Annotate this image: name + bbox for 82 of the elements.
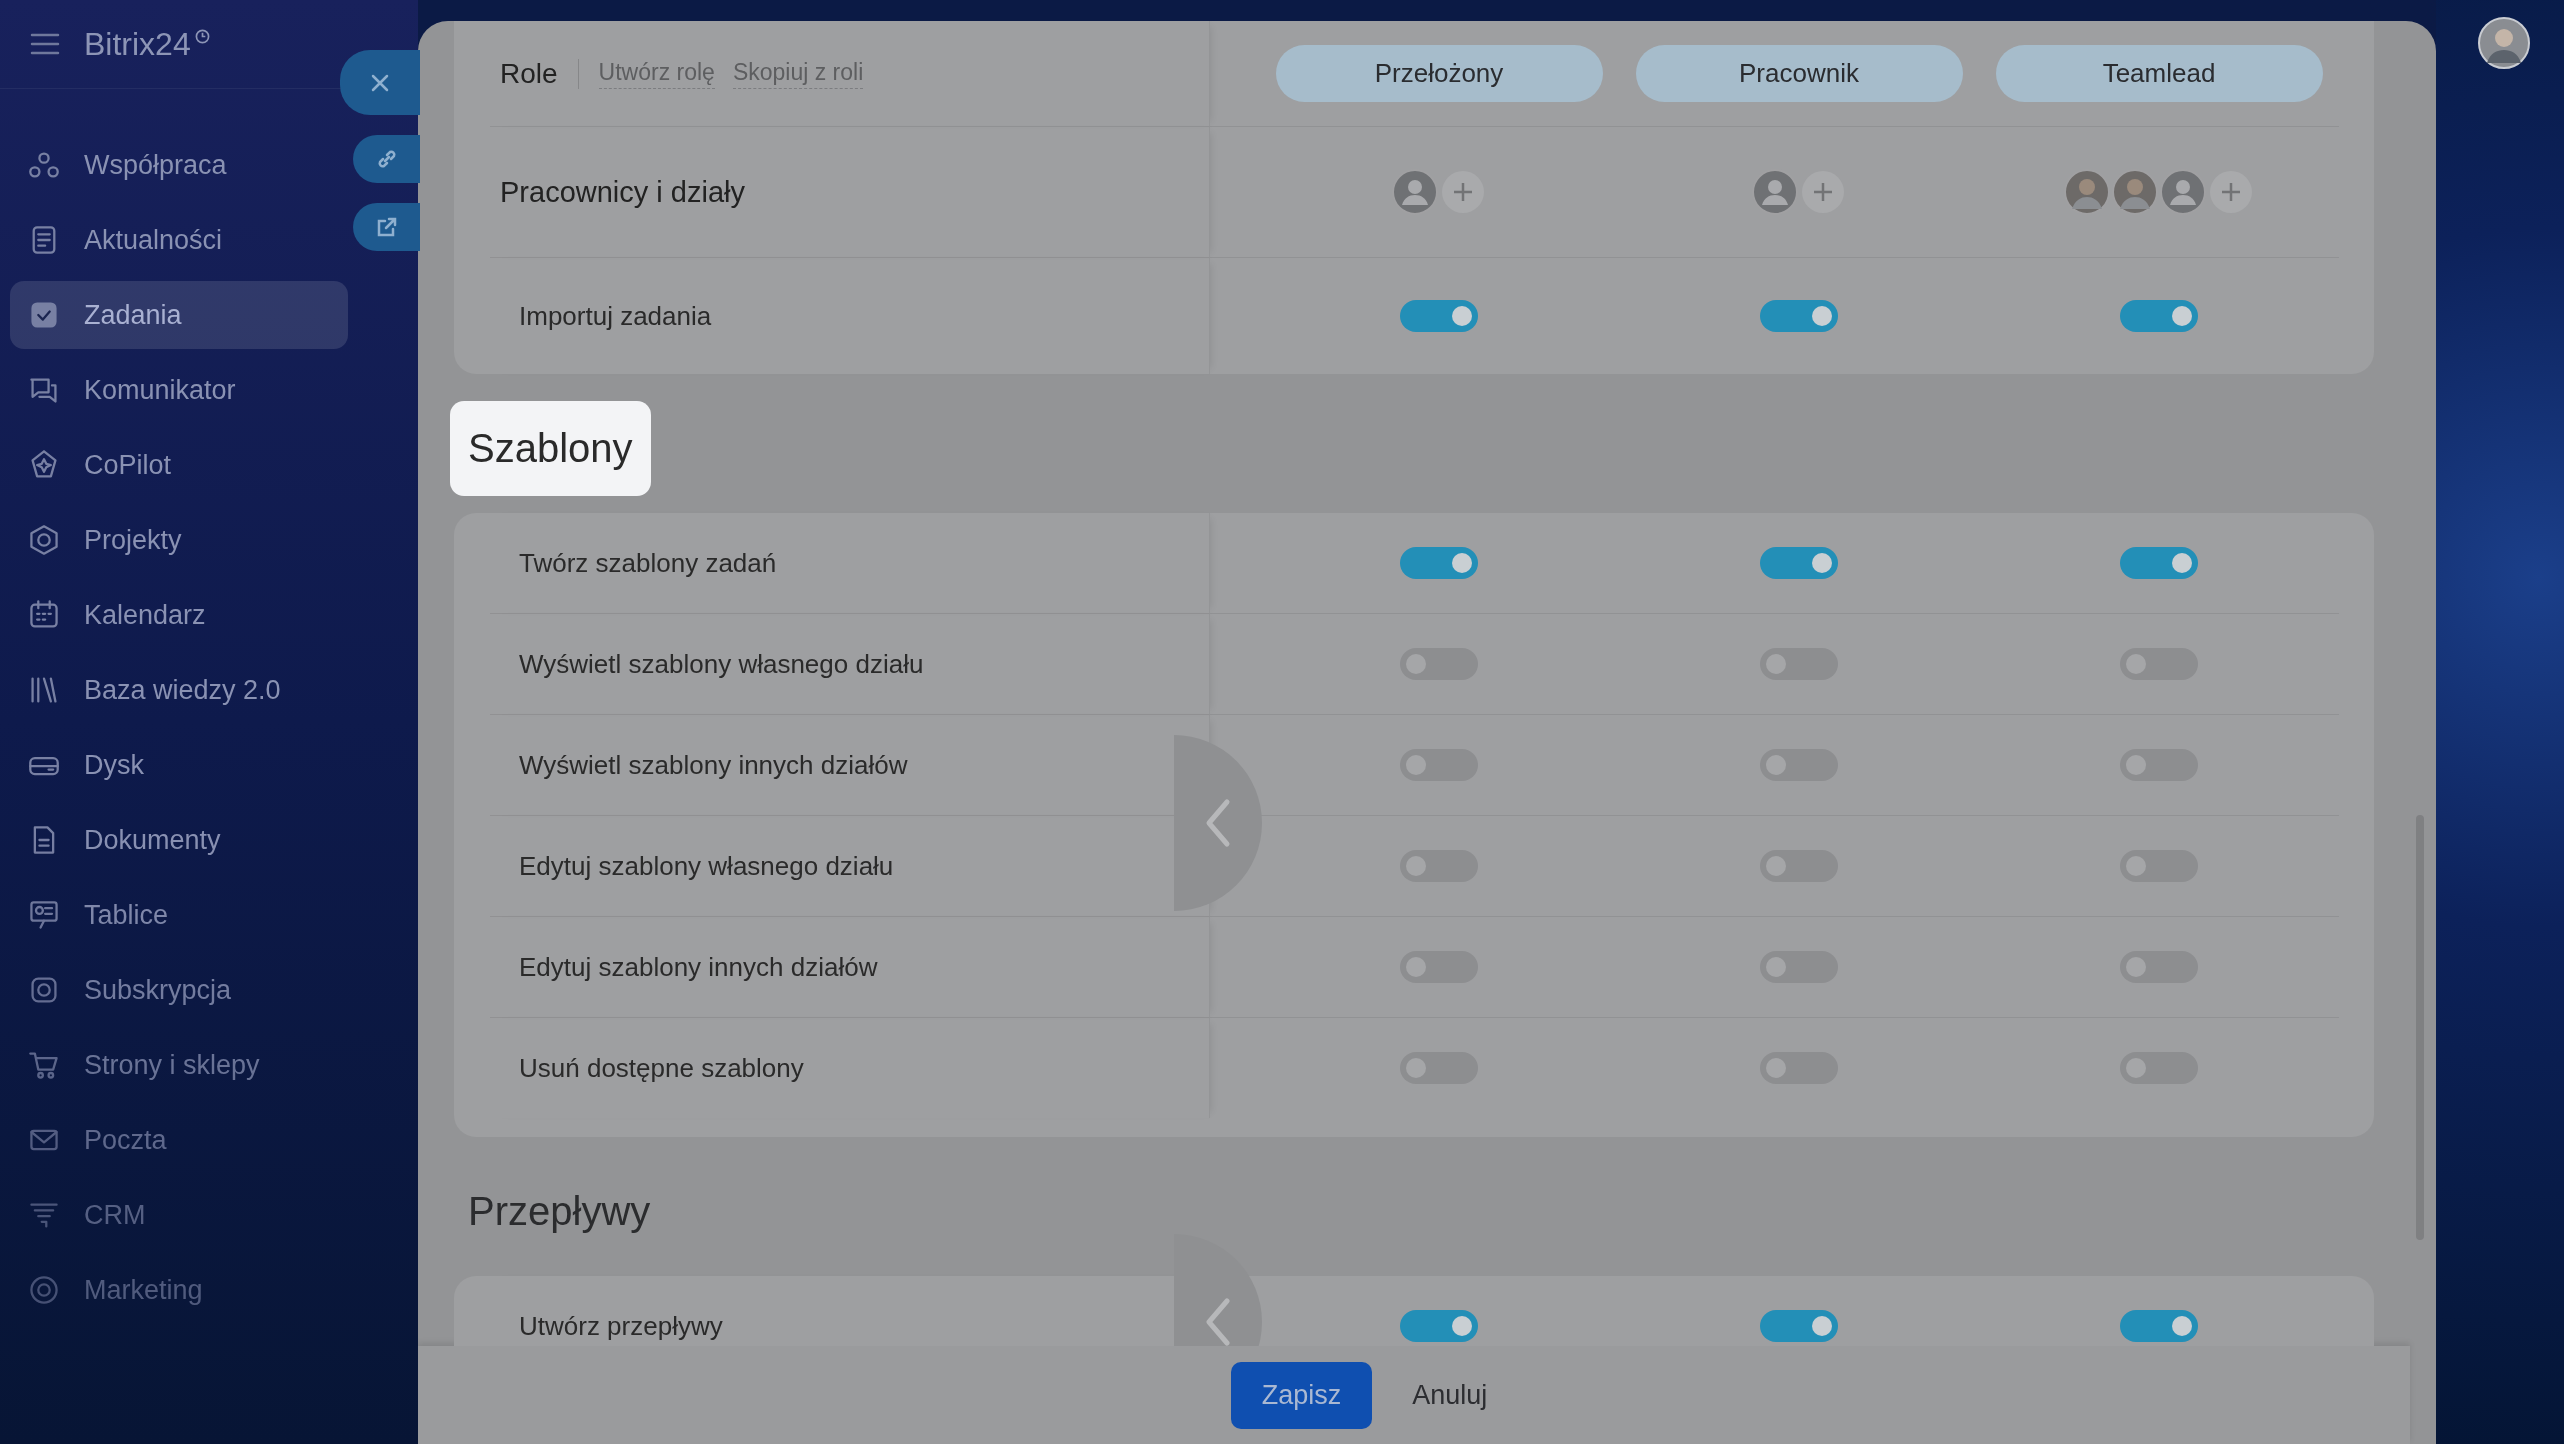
checkbox-icon <box>28 299 60 331</box>
toggle-switch[interactable] <box>2120 1052 2198 1084</box>
toggle-switch[interactable] <box>2120 1310 2198 1342</box>
calendar-icon <box>28 599 60 631</box>
section-title: Przepływy <box>467 1188 652 1235</box>
board-icon <box>28 899 60 931</box>
toggle-switch[interactable] <box>2120 547 2198 579</box>
sidebar-item[interactable]: CRM <box>10 1181 348 1249</box>
sparkle-icon <box>28 449 60 481</box>
add-icon[interactable] <box>1800 169 1846 215</box>
toggle-switch[interactable] <box>2120 749 2198 781</box>
avatar <box>2064 169 2110 215</box>
toggle-switch[interactable] <box>2120 951 2198 983</box>
cancel-button[interactable]: Anuluj <box>1412 1379 1488 1411</box>
permission-label: Edytuj szablony innych działów <box>518 951 878 983</box>
sidebar-item[interactable]: Współpraca <box>10 131 348 199</box>
sidebar-item[interactable]: Dokumenty <box>10 806 348 874</box>
avatar <box>2112 169 2158 215</box>
external-link-button[interactable] <box>353 203 420 251</box>
hexagon-icon <box>28 524 60 556</box>
toggle-switch[interactable] <box>2120 850 2198 882</box>
sidebar-item[interactable]: Dysk <box>10 731 348 799</box>
role-tab[interactable]: Teamlead <box>1995 45 2323 102</box>
chevron-left-icon <box>1203 1297 1233 1346</box>
sidebar-item[interactable]: Komunikator <box>10 356 348 424</box>
toggle-switch[interactable] <box>1760 1310 1838 1342</box>
toggle-switch[interactable] <box>1760 300 1838 332</box>
cart-icon <box>28 1049 60 1081</box>
close-button[interactable] <box>340 50 420 115</box>
toggle-switch[interactable] <box>1400 300 1478 332</box>
permission-label: Usuń dostępne szablony <box>518 1052 804 1084</box>
sidebar-item[interactable]: Marketing <box>10 1256 348 1324</box>
toggle-switch[interactable] <box>1400 547 1478 579</box>
add-icon[interactable] <box>2208 169 2254 215</box>
section-title: Szablony <box>450 401 651 496</box>
permission-label: Wyświetl szablony innych działów <box>518 749 908 781</box>
toggle-switch[interactable] <box>2120 300 2198 332</box>
permission-label: Utwórz przepływy <box>518 1310 723 1342</box>
menu-icon[interactable] <box>30 33 60 55</box>
user-icon[interactable] <box>1392 169 1438 215</box>
sidebar-item[interactable]: CoPilot <box>10 431 348 499</box>
toggle-switch[interactable] <box>1760 850 1838 882</box>
toggle-switch[interactable] <box>1400 749 1478 781</box>
toggle-switch[interactable] <box>1400 648 1478 680</box>
toggle-switch[interactable] <box>2120 648 2198 680</box>
save-button[interactable]: Zapisz <box>1230 1361 1373 1429</box>
role-tab[interactable]: Przełożony <box>1275 45 1603 102</box>
books-icon <box>28 674 60 706</box>
toggle-switch[interactable] <box>1400 951 1478 983</box>
user-icon[interactable] <box>1752 169 1798 215</box>
sidebar-item[interactable]: Poczta <box>10 1106 348 1174</box>
toggle-switch[interactable] <box>1760 1052 1838 1084</box>
sidebar-item[interactable]: Aktualności <box>10 206 348 274</box>
role-tab[interactable]: Pracownik <box>1635 45 1963 102</box>
user-icon[interactable] <box>2160 169 2206 215</box>
permission-label: Twórz szablony zadań <box>518 547 777 579</box>
toggle-switch[interactable] <box>1760 749 1838 781</box>
row-label: Pracownicy i działy <box>499 175 745 209</box>
toggle-switch[interactable] <box>1760 547 1838 579</box>
permission-label: Importuj zadania <box>518 300 712 332</box>
target-icon <box>28 1274 60 1306</box>
permission-label: Wyświetl szablony własnego działu <box>518 648 924 680</box>
sidebar-item[interactable]: Projekty <box>10 506 348 574</box>
sidebar-item[interactable]: Baza wiedzy 2.0 <box>10 656 348 724</box>
toggle-switch[interactable] <box>1760 648 1838 680</box>
toggle-switch[interactable] <box>1760 951 1838 983</box>
sidebar-item[interactable]: Subskrypcja <box>10 956 348 1024</box>
toggle-switch[interactable] <box>1400 850 1478 882</box>
link-button[interactable] <box>353 135 420 183</box>
add-icon[interactable] <box>1440 169 1486 215</box>
toggle-switch[interactable] <box>1400 1052 1478 1084</box>
sidebar-item[interactable]: Zadania <box>10 281 348 349</box>
logo-text: Bitrix24 <box>84 25 191 63</box>
column-header: Role <box>499 57 558 90</box>
clock-icon <box>194 28 210 44</box>
subscription-icon <box>28 974 60 1006</box>
sidebar-item[interactable]: Kalendarz <box>10 581 348 649</box>
avatar[interactable] <box>2478 17 2530 69</box>
toggle-switch[interactable] <box>1400 1310 1478 1342</box>
sidebar-item[interactable]: Tablice <box>10 881 348 949</box>
permission-label: Edytuj szablony własnego działu <box>518 850 894 882</box>
sidebar-item[interactable]: Strony i sklepy <box>10 1031 348 1099</box>
